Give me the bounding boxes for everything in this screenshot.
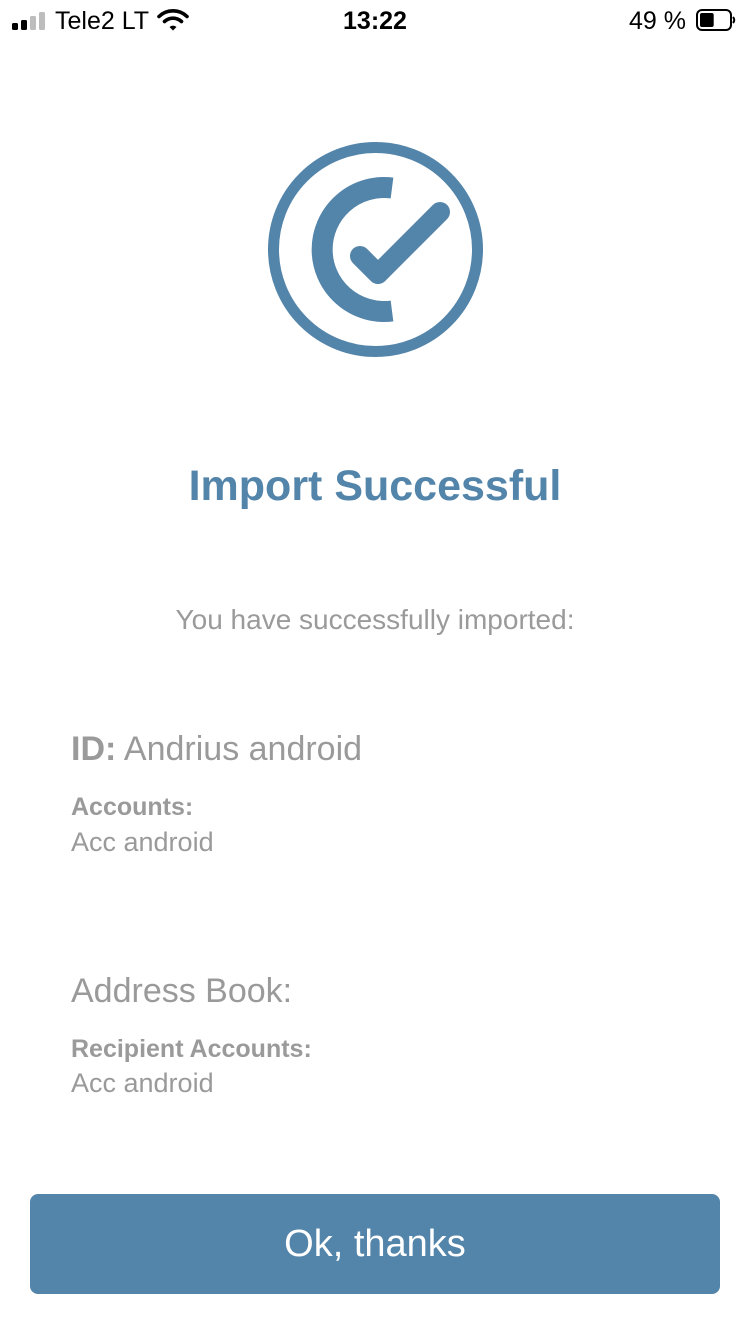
accounts-value: Acc android: [71, 827, 214, 857]
check-circle-icon: [268, 142, 483, 357]
battery-icon: [696, 9, 736, 31]
intro-text: You have successfully imported:: [175, 604, 575, 635]
address-book-heading: Address Book:: [71, 972, 293, 1010]
battery-percentage: 49 %: [629, 7, 686, 35]
ok-thanks-button[interactable]: Ok, thanks: [30, 1194, 720, 1294]
id-value: Andrius android: [123, 730, 363, 768]
id-line: ID: Andrius android: [71, 730, 362, 769]
recipient-accounts-value: Acc android: [71, 1068, 214, 1098]
recipient-accounts-label: Recipient Accounts:: [71, 1035, 312, 1063]
status-bar: Tele2 LT 13:22 49 %: [0, 0, 750, 42]
page-title: Import Successful: [188, 462, 562, 510]
id-label: ID:: [71, 730, 117, 768]
accounts-label: Accounts:: [71, 793, 194, 821]
